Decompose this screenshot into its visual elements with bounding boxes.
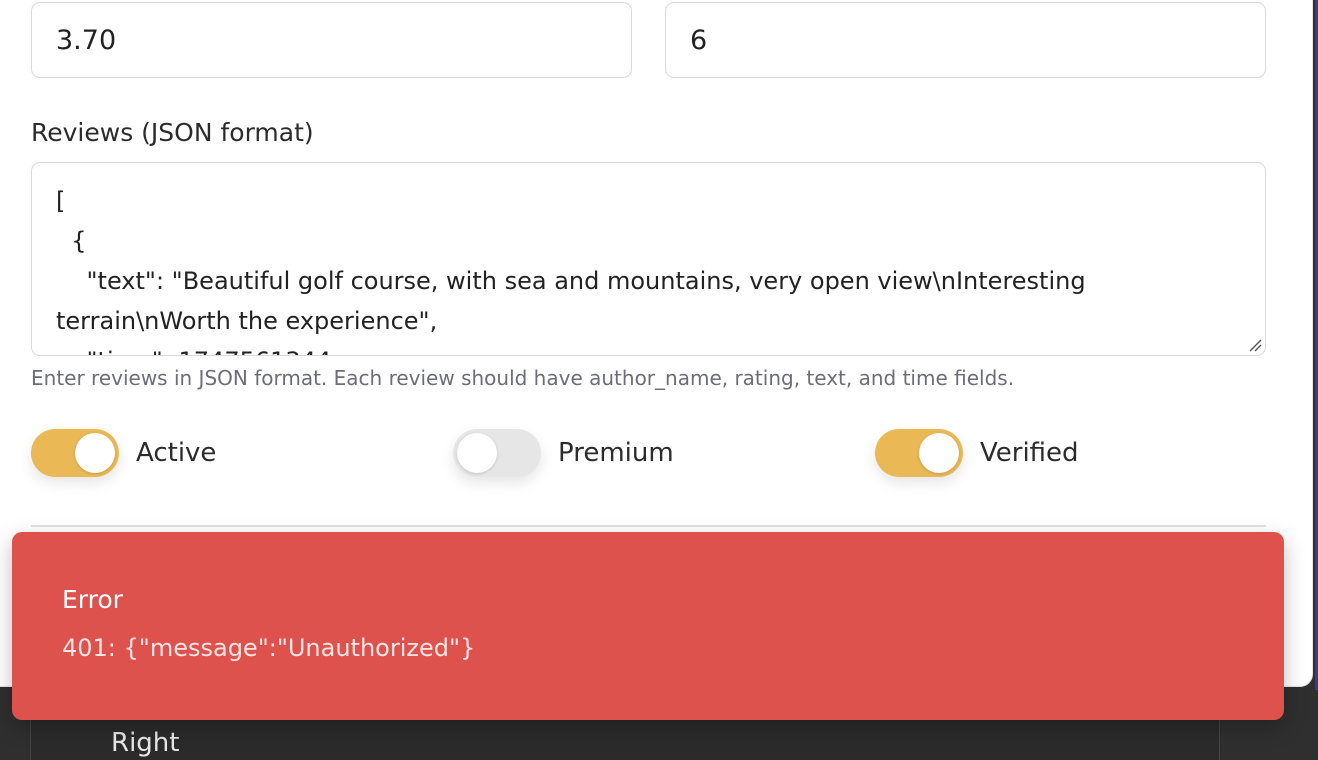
premium-toggle-label: Premium: [558, 438, 674, 468]
reviews-label: Reviews (JSON format): [31, 118, 314, 147]
active-toggle[interactable]: [31, 429, 119, 477]
section-divider: [31, 525, 1266, 527]
active-toggle-label: Active: [136, 438, 217, 468]
reviews-textarea-content[interactable]: [ { "text": "Beautiful golf course, with…: [56, 181, 1241, 355]
toggle-knob: [75, 433, 115, 473]
review-count-input[interactable]: 6: [665, 2, 1266, 78]
toggle-knob: [457, 433, 497, 473]
resize-handle-icon[interactable]: [1248, 338, 1262, 352]
toggle-knob: [919, 433, 959, 473]
error-toast[interactable]: Error 401: {"message":"Unauthorized"}: [12, 532, 1284, 720]
premium-toggle[interactable]: [453, 429, 541, 477]
premium-toggle-group[interactable]: Premium: [453, 429, 674, 477]
rating-input[interactable]: 3.70: [31, 2, 632, 78]
verified-toggle-group[interactable]: Verified: [875, 429, 1079, 477]
error-toast-title: Error: [62, 585, 123, 614]
error-toast-message: 401: {"message":"Unauthorized"}: [62, 634, 476, 662]
verified-toggle-label: Verified: [980, 438, 1079, 468]
active-toggle-group[interactable]: Active: [31, 429, 216, 477]
verified-toggle[interactable]: [875, 429, 963, 477]
reviews-textarea[interactable]: [ { "text": "Beautiful golf course, with…: [31, 162, 1266, 356]
reviews-help-text: Enter reviews in JSON format. Each revie…: [31, 366, 1015, 390]
background-card-label: Right: [111, 728, 180, 758]
